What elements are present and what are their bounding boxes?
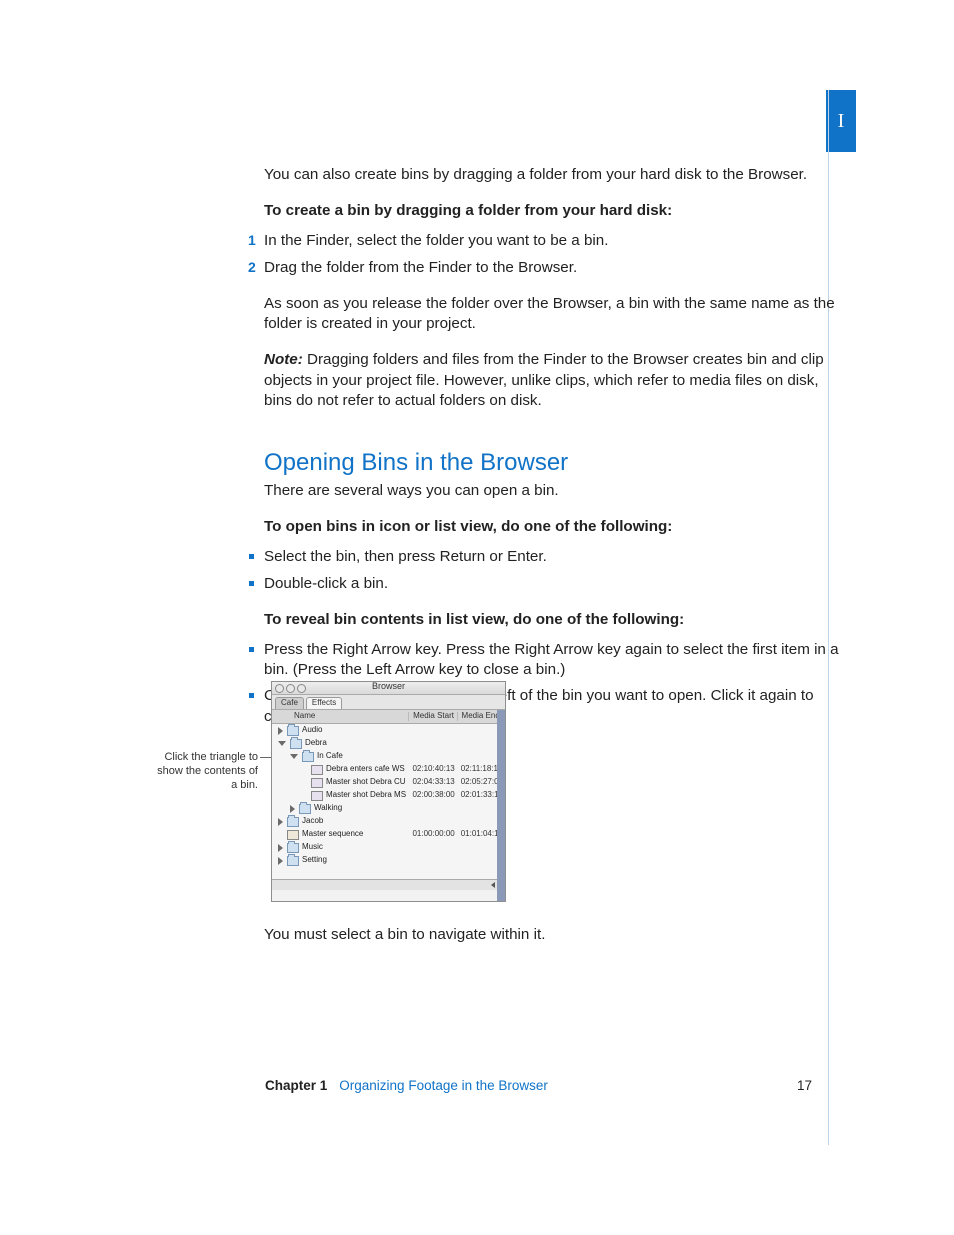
scroll-left-icon[interactable] xyxy=(491,882,495,888)
bullet-list: Select the bin, then press Return or Ent… xyxy=(264,547,844,593)
window-controls[interactable] xyxy=(275,684,306,693)
minimize-icon[interactable] xyxy=(286,684,295,693)
folder-icon xyxy=(299,804,311,814)
step-number: 1 xyxy=(248,231,256,250)
tree-row[interactable]: Master shot Debra MS02:00:38:0002:01:33:… xyxy=(272,789,505,802)
folder-icon xyxy=(287,726,299,736)
note-text: Dragging folders and files from the Find… xyxy=(264,351,824,408)
folder-icon xyxy=(287,817,299,827)
chapter-label: Chapter 1 xyxy=(265,1077,327,1095)
tree-row[interactable]: In Cafe xyxy=(272,750,505,763)
folder-icon xyxy=(290,739,302,749)
disclosure-triangle-icon[interactable] xyxy=(278,727,283,735)
folder-icon xyxy=(287,856,299,866)
column-header-name[interactable]: Name xyxy=(272,712,409,721)
window-title: Browser xyxy=(372,681,405,691)
tree-row[interactable]: Walking xyxy=(272,802,505,815)
tree-row[interactable]: Master shot Debra CU02:04:33:1302:05:27:… xyxy=(272,776,505,789)
row-label: Debra xyxy=(305,739,327,748)
folder-icon xyxy=(287,843,299,853)
row-label: Jacob xyxy=(302,817,323,826)
step-text: In the Finder, select the folder you wan… xyxy=(264,232,608,249)
section-intro: There are several ways you can open a bi… xyxy=(264,481,844,501)
folder-icon xyxy=(302,752,314,762)
tree-row[interactable]: Audio xyxy=(272,724,505,737)
tab-cafe[interactable]: Cafe xyxy=(275,697,304,709)
media-start-cell: 02:10:40:13 xyxy=(408,765,456,774)
tree-row[interactable]: Master sequence01:00:00:0001:01:04:15 xyxy=(272,828,505,841)
tree-row[interactable]: Debra enters cafe WS02:10:40:1302:11:18:… xyxy=(272,763,505,776)
note-label: Note: xyxy=(264,351,303,368)
page-body: You can also create bins by dragging a f… xyxy=(264,165,844,733)
row-label: Music xyxy=(302,843,323,852)
tree-row[interactable]: Debra xyxy=(272,737,505,750)
bullet-item: Select the bin, then press Return or Ent… xyxy=(264,547,844,567)
disclosure-triangle-icon[interactable] xyxy=(278,741,286,746)
disclosure-triangle-icon[interactable] xyxy=(278,818,283,826)
closing-paragraph: You must select a bin to navigate within… xyxy=(264,925,844,945)
browser-tree[interactable]: AudioDebraIn CafeDebra enters cafe WS02:… xyxy=(272,724,505,890)
row-label: Master sequence xyxy=(302,830,363,839)
disclosure-triangle-icon[interactable] xyxy=(290,754,298,759)
row-label: Master shot Debra MS xyxy=(326,791,406,800)
tab-effects[interactable]: Effects xyxy=(306,697,342,709)
row-label: Master shot Debra CU xyxy=(326,778,406,787)
tab-row: Cafe Effects xyxy=(272,695,505,710)
row-label: In Cafe xyxy=(317,752,343,761)
column-headers: Name Media Start Media End xyxy=(272,710,505,724)
row-label: Debra enters cafe WS xyxy=(326,765,405,774)
page-footer: Chapter 1 Organizing Footage in the Brow… xyxy=(265,1077,840,1095)
media-start-cell: 02:00:38:00 xyxy=(408,791,456,800)
disclosure-triangle-icon[interactable] xyxy=(278,857,283,865)
row-label: Walking xyxy=(314,804,342,813)
clip-icon xyxy=(311,765,323,775)
window-titlebar: Browser xyxy=(272,682,505,695)
note-paragraph: Note: Dragging folders and files from th… xyxy=(264,350,844,411)
clip-icon xyxy=(311,778,323,788)
tree-row[interactable]: Setting xyxy=(272,854,505,867)
figure-caption: Click the triangle to show the contents … xyxy=(148,751,258,792)
column-header-media-start[interactable]: Media Start xyxy=(409,712,457,721)
disclosure-triangle-icon[interactable] xyxy=(290,805,295,813)
subtask-heading: To reveal bin contents in list view, do … xyxy=(264,610,844,630)
section-heading: Opening Bins in the Browser xyxy=(264,447,844,479)
browser-window: Browser Cafe Effects Name Media Start Me… xyxy=(271,681,506,902)
tree-row[interactable]: Jacob xyxy=(272,815,505,828)
media-start-cell: 02:04:33:13 xyxy=(408,778,456,787)
section-tab: I xyxy=(826,90,856,152)
clip-icon xyxy=(311,791,323,801)
step-item: 1In the Finder, select the folder you wa… xyxy=(264,231,844,251)
subtask-heading: To open bins in icon or list view, do on… xyxy=(264,517,844,537)
page-number: 17 xyxy=(797,1077,812,1095)
bullet-item: Press the Right Arrow key. Press the Rig… xyxy=(264,640,844,680)
zoom-icon[interactable] xyxy=(297,684,306,693)
numbered-steps: 1In the Finder, select the folder you wa… xyxy=(264,231,844,277)
step-text: Drag the folder from the Finder to the B… xyxy=(264,259,577,276)
horizontal-scrollbar[interactable] xyxy=(272,879,505,890)
vertical-scrollbar[interactable] xyxy=(497,710,505,901)
step-item: 2Drag the folder from the Finder to the … xyxy=(264,258,844,278)
result-paragraph: As soon as you release the folder over t… xyxy=(264,294,844,334)
bullet-item: Double-click a bin. xyxy=(264,574,844,594)
close-icon[interactable] xyxy=(275,684,284,693)
chapter-title: Organizing Footage in the Browser xyxy=(339,1077,548,1095)
disclosure-triangle-icon[interactable] xyxy=(278,844,283,852)
intro-paragraph: You can also create bins by dragging a f… xyxy=(264,165,844,185)
media-start-cell: 01:00:00:00 xyxy=(408,830,456,839)
task-heading: To create a bin by dragging a folder fro… xyxy=(264,201,844,221)
sequence-icon xyxy=(287,830,299,840)
step-number: 2 xyxy=(248,258,256,277)
tree-row[interactable]: Music xyxy=(272,841,505,854)
row-label: Setting xyxy=(302,856,327,865)
row-label: Audio xyxy=(302,726,322,735)
